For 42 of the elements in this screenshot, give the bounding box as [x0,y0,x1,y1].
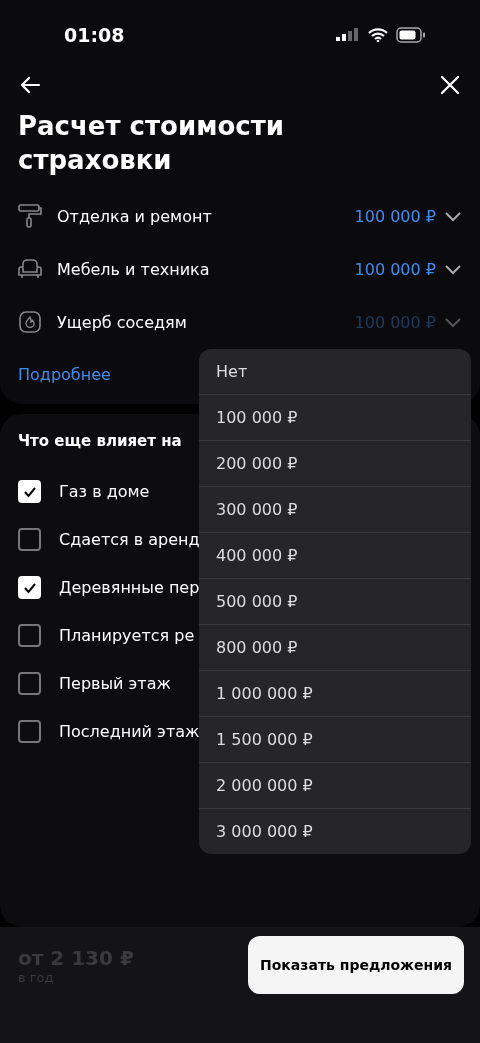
dropdown-option[interactable]: 3 000 000 ₽ [199,808,471,854]
dropdown-option[interactable]: 1 500 000 ₽ [199,716,471,762]
dropdown-option[interactable]: 1 000 000 ₽ [199,670,471,716]
checkmark-icon [22,485,37,498]
dropdown-option[interactable]: 100 000 ₽ [199,394,471,440]
dropdown-option[interactable]: 800 000 ₽ [199,624,471,670]
dropdown-option[interactable]: 200 000 ₽ [199,440,471,486]
dropdown-option[interactable]: Нет [199,349,471,394]
more-link[interactable]: Подробнее [18,364,111,384]
section-heading: Что еще влияет на [18,431,183,450]
coverage-label: Отделка и ремонт [57,206,213,226]
status-time: 01:08 [64,24,125,46]
checkbox-label: Сдается в аренд [59,530,200,550]
chevron-down-icon [444,210,462,223]
checkbox[interactable] [18,720,41,744]
amount-dropdown[interactable]: 100 000 ₽ [354,259,462,279]
coverage-label: Ущерб соседям [57,312,188,332]
coverage-label: Мебель и техника [57,259,211,279]
checkbox[interactable] [18,528,41,552]
amount-dropdown[interactable]: 100 000 ₽ [354,206,462,226]
checkbox[interactable] [18,672,41,696]
checkbox-label: Последний этаж [59,722,200,742]
chevron-down-icon [444,316,462,329]
close-button[interactable] [438,73,462,97]
checkbox-label: Первый этаж [59,674,171,694]
checkbox-label: Деревянные пер [59,578,200,598]
dropdown-option[interactable]: 2 000 000 ₽ [199,762,471,808]
wifi-icon [368,28,388,42]
dropdown-option[interactable]: 300 000 ₽ [199,486,471,532]
checkmark-icon [22,581,37,594]
dropdown-option[interactable]: 400 000 ₽ [199,532,471,578]
checkbox[interactable] [18,624,41,648]
paint-roller-icon [18,203,42,230]
flame-icon [18,310,42,335]
battery-icon [396,27,426,43]
checkbox-label: Газ в доме [59,482,150,502]
chevron-down-icon [444,263,462,276]
signal-icon [336,28,360,42]
dropdown-option[interactable]: 500 000 ₽ [199,578,471,624]
page-title: Расчет стоимости страховки [18,110,285,177]
show-offers-button[interactable]: Показать предложения [248,936,464,995]
checkbox-label: Планируется ре [59,626,195,646]
